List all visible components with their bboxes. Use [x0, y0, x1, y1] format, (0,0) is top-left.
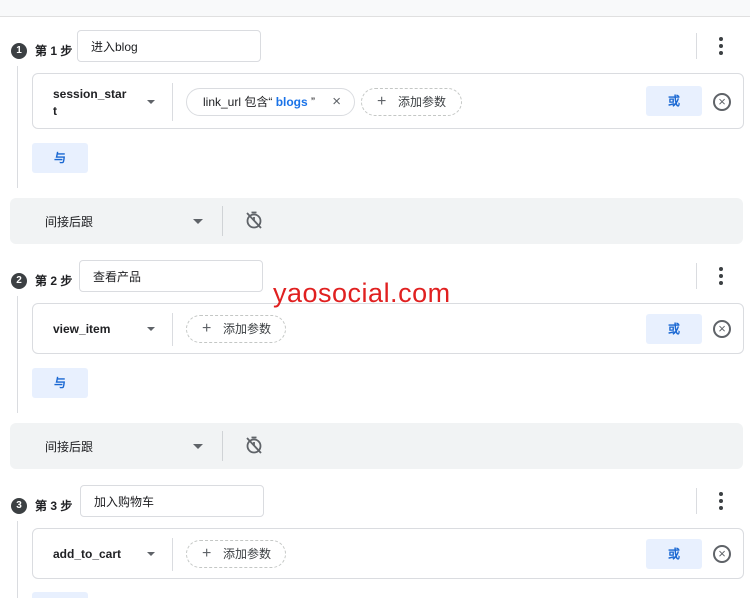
more-vert-icon[interactable]: [714, 36, 728, 56]
timer-off-icon[interactable]: [244, 435, 264, 455]
add-parameter-button[interactable]: + 添加参数: [361, 88, 462, 116]
filter-suffix: ”: [307, 95, 316, 109]
step-number-badge: 3: [11, 498, 27, 514]
more-vert-icon[interactable]: [714, 266, 728, 286]
chevron-down-icon[interactable]: [193, 219, 203, 224]
add-parameter-label: 添加参数: [398, 95, 447, 109]
step-name-input[interactable]: [79, 260, 263, 292]
condition-group: view_item + 添加参数 或 ×: [32, 303, 744, 354]
step-number-badge: 1: [11, 43, 27, 59]
filter-param: link_url 包含“: [203, 95, 276, 109]
filter-value: blogs: [275, 95, 308, 109]
step-connector-line: [17, 296, 18, 413]
condition-group: add_to_cart + 添加参数 或 ×: [32, 528, 744, 579]
filter-text: link_url 包含“ blogs ”: [203, 89, 315, 115]
or-button[interactable]: 或: [646, 86, 702, 116]
add-parameter-button[interactable]: + 添加参数: [186, 540, 286, 568]
add-parameter-label: 添加参数: [223, 547, 272, 561]
chevron-down-icon[interactable]: [147, 552, 155, 556]
cancel-circle-icon[interactable]: ×: [713, 320, 731, 338]
step-3-header: 3 第 3 步: [0, 485, 750, 525]
step-connector-line: [17, 66, 18, 188]
filter-chip[interactable]: link_url 包含“ blogs ” ×: [186, 88, 355, 116]
divider: [172, 83, 173, 121]
or-button[interactable]: 或: [646, 314, 702, 344]
step-name-input[interactable]: [80, 485, 264, 517]
cancel-circle-icon[interactable]: ×: [713, 93, 731, 111]
step-connector: 间接后跟: [10, 198, 743, 244]
divider: [696, 263, 697, 289]
and-button[interactable]: 与: [32, 368, 88, 398]
divider: [222, 431, 223, 461]
step-connector: 间接后跟: [10, 423, 743, 469]
event-name-wrap: t: [53, 104, 57, 118]
plus-icon: +: [202, 320, 212, 337]
add-parameter-button[interactable]: + 添加参数: [186, 315, 286, 343]
watermark: yaosocial.com: [273, 278, 451, 308]
divider: [696, 488, 697, 514]
add-parameter-label: 添加参数: [223, 322, 272, 336]
step-1-header: 1 第 1 步: [0, 30, 750, 70]
more-vert-icon[interactable]: [714, 491, 728, 511]
connector-select[interactable]: 间接后跟: [45, 438, 93, 455]
step-number-badge: 2: [11, 273, 27, 289]
condition-group: session_star t link_url 包含“ blogs ” × + …: [32, 73, 744, 129]
step-name-input[interactable]: [77, 30, 261, 62]
or-button[interactable]: 或: [646, 539, 702, 569]
divider: [172, 538, 173, 571]
step-label: 第 1 步: [35, 44, 73, 58]
plus-icon: +: [377, 93, 387, 110]
divider: [696, 33, 697, 59]
step-connector-line: [17, 521, 18, 598]
top-bar: [0, 0, 750, 17]
chevron-down-icon[interactable]: [147, 100, 155, 104]
chevron-down-icon[interactable]: [193, 444, 203, 449]
chevron-down-icon[interactable]: [147, 327, 155, 331]
divider: [172, 313, 173, 346]
timer-off-icon[interactable]: [244, 210, 264, 230]
step-label: 第 3 步: [35, 499, 73, 513]
connector-select[interactable]: 间接后跟: [45, 213, 93, 230]
and-button[interactable]: 与: [32, 143, 88, 173]
plus-icon: +: [202, 545, 212, 562]
step-label: 第 2 步: [35, 274, 73, 288]
divider: [222, 206, 223, 236]
and-button[interactable]: [32, 592, 88, 598]
close-icon[interactable]: ×: [332, 89, 341, 115]
funnel-steps-editor: 1 第 1 步 session_star t link_url 包含“ blog…: [0, 0, 750, 598]
cancel-circle-icon[interactable]: ×: [713, 545, 731, 563]
